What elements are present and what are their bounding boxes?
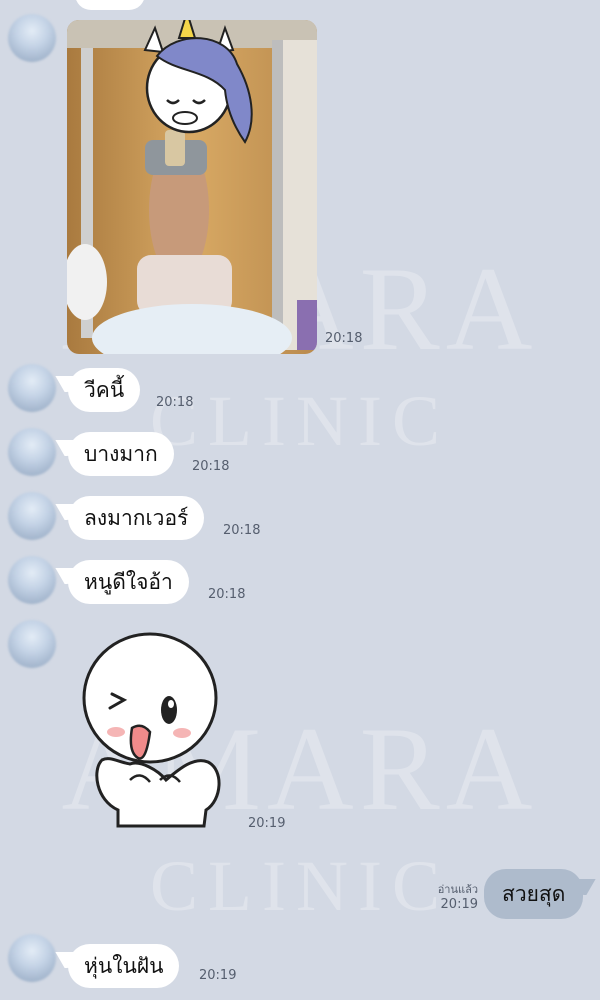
message-time: 20:18: [156, 395, 194, 410]
avatar[interactable]: [8, 556, 56, 604]
message-bubble[interactable]: บางมาก: [68, 432, 174, 476]
message-time: 20:19: [440, 897, 478, 912]
message-time: 20:19: [199, 968, 237, 983]
message-bubble[interactable]: หุ่นในฝัน: [68, 944, 180, 988]
message-time: 20:19: [248, 816, 286, 831]
avatar[interactable]: [8, 934, 56, 982]
avatar[interactable]: [8, 14, 56, 62]
message-time: 20:18: [223, 523, 261, 538]
message-time: 20:18: [325, 331, 363, 346]
read-receipt: อ่านแล้ว: [437, 883, 478, 896]
wink-face-sticker[interactable]: [74, 630, 234, 830]
previous-message-bubble[interactable]: [75, 0, 145, 10]
message-bubble[interactable]: ลงมากเวอร์: [68, 496, 205, 540]
photo-image: [67, 20, 317, 354]
message-time: 20:18: [208, 587, 246, 602]
avatar[interactable]: [8, 492, 56, 540]
photo-message[interactable]: [67, 20, 317, 354]
message-time: 20:18: [192, 459, 230, 474]
message-bubble[interactable]: วีคนี้: [68, 368, 141, 412]
message-bubble[interactable]: หนูดีใจอ้า: [68, 560, 189, 604]
avatar[interactable]: [8, 428, 56, 476]
avatar[interactable]: [8, 620, 56, 668]
sent-message-bubble[interactable]: สวยสุด: [484, 869, 584, 919]
avatar[interactable]: [8, 364, 56, 412]
